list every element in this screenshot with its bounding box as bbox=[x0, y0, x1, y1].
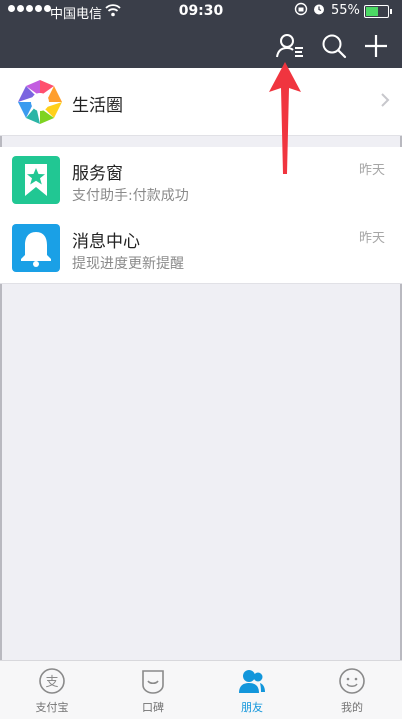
battery-percent: 55% bbox=[331, 3, 360, 18]
battery-icon bbox=[364, 5, 392, 18]
list-item-title: 消息中心 bbox=[72, 232, 140, 252]
list-item-subtitle: 支付助手:付款成功 bbox=[72, 188, 189, 204]
contacts-menu-icon[interactable] bbox=[274, 30, 306, 62]
tab-label: 朋友 bbox=[241, 701, 263, 714]
alarm-icon bbox=[313, 4, 324, 15]
life-circle-row[interactable]: 生活圈 bbox=[0, 68, 402, 136]
tab-label: 我的 bbox=[341, 701, 363, 714]
tab-label: 支付宝 bbox=[35, 701, 69, 714]
tab-alipay[interactable]: 支 支付宝 bbox=[2, 661, 102, 719]
search-icon[interactable] bbox=[318, 30, 350, 62]
list-item-title: 服务窗 bbox=[72, 164, 123, 184]
rotation-lock-icon bbox=[294, 2, 308, 16]
friends-tab-icon bbox=[239, 670, 265, 693]
tab-koubei[interactable]: 口碑 bbox=[103, 661, 203, 719]
list-item-service-window[interactable]: 服务窗 支付助手:付款成功 昨天 bbox=[0, 147, 402, 216]
tab-mine[interactable]: 我的 bbox=[302, 661, 402, 719]
annotation-arrow bbox=[269, 62, 301, 174]
tab-friends[interactable]: 朋友 bbox=[202, 661, 302, 719]
service-window-icon bbox=[12, 156, 60, 204]
life-circle-label: 生活圈 bbox=[72, 96, 123, 116]
koubei-tab-icon bbox=[142, 670, 164, 694]
list-item-time: 昨天 bbox=[358, 231, 385, 246]
tab-label: 口碑 bbox=[142, 701, 164, 714]
chevron-right-icon bbox=[381, 93, 390, 107]
add-icon[interactable] bbox=[360, 30, 392, 62]
status-bar: 中国电信 09:30 55% bbox=[0, 0, 402, 22]
list-item-subtitle: 提现进度更新提醒 bbox=[72, 256, 184, 272]
nav-bar: 中国电信 09:30 55% bbox=[0, 0, 402, 68]
list-item-message-center[interactable]: 消息中心 提现进度更新提醒 昨天 bbox=[0, 215, 402, 284]
life-circle-icon bbox=[18, 80, 62, 124]
mine-tab-icon bbox=[339, 668, 365, 694]
battery-level bbox=[366, 7, 378, 16]
tab-bar: 支 支付宝 口碑 朋友 我的 bbox=[0, 660, 402, 719]
bell-icon bbox=[12, 224, 60, 272]
list-item-time: 昨天 bbox=[358, 163, 385, 178]
alipay-tab-icon: 支 bbox=[39, 668, 65, 694]
svg-text:支: 支 bbox=[45, 675, 58, 690]
